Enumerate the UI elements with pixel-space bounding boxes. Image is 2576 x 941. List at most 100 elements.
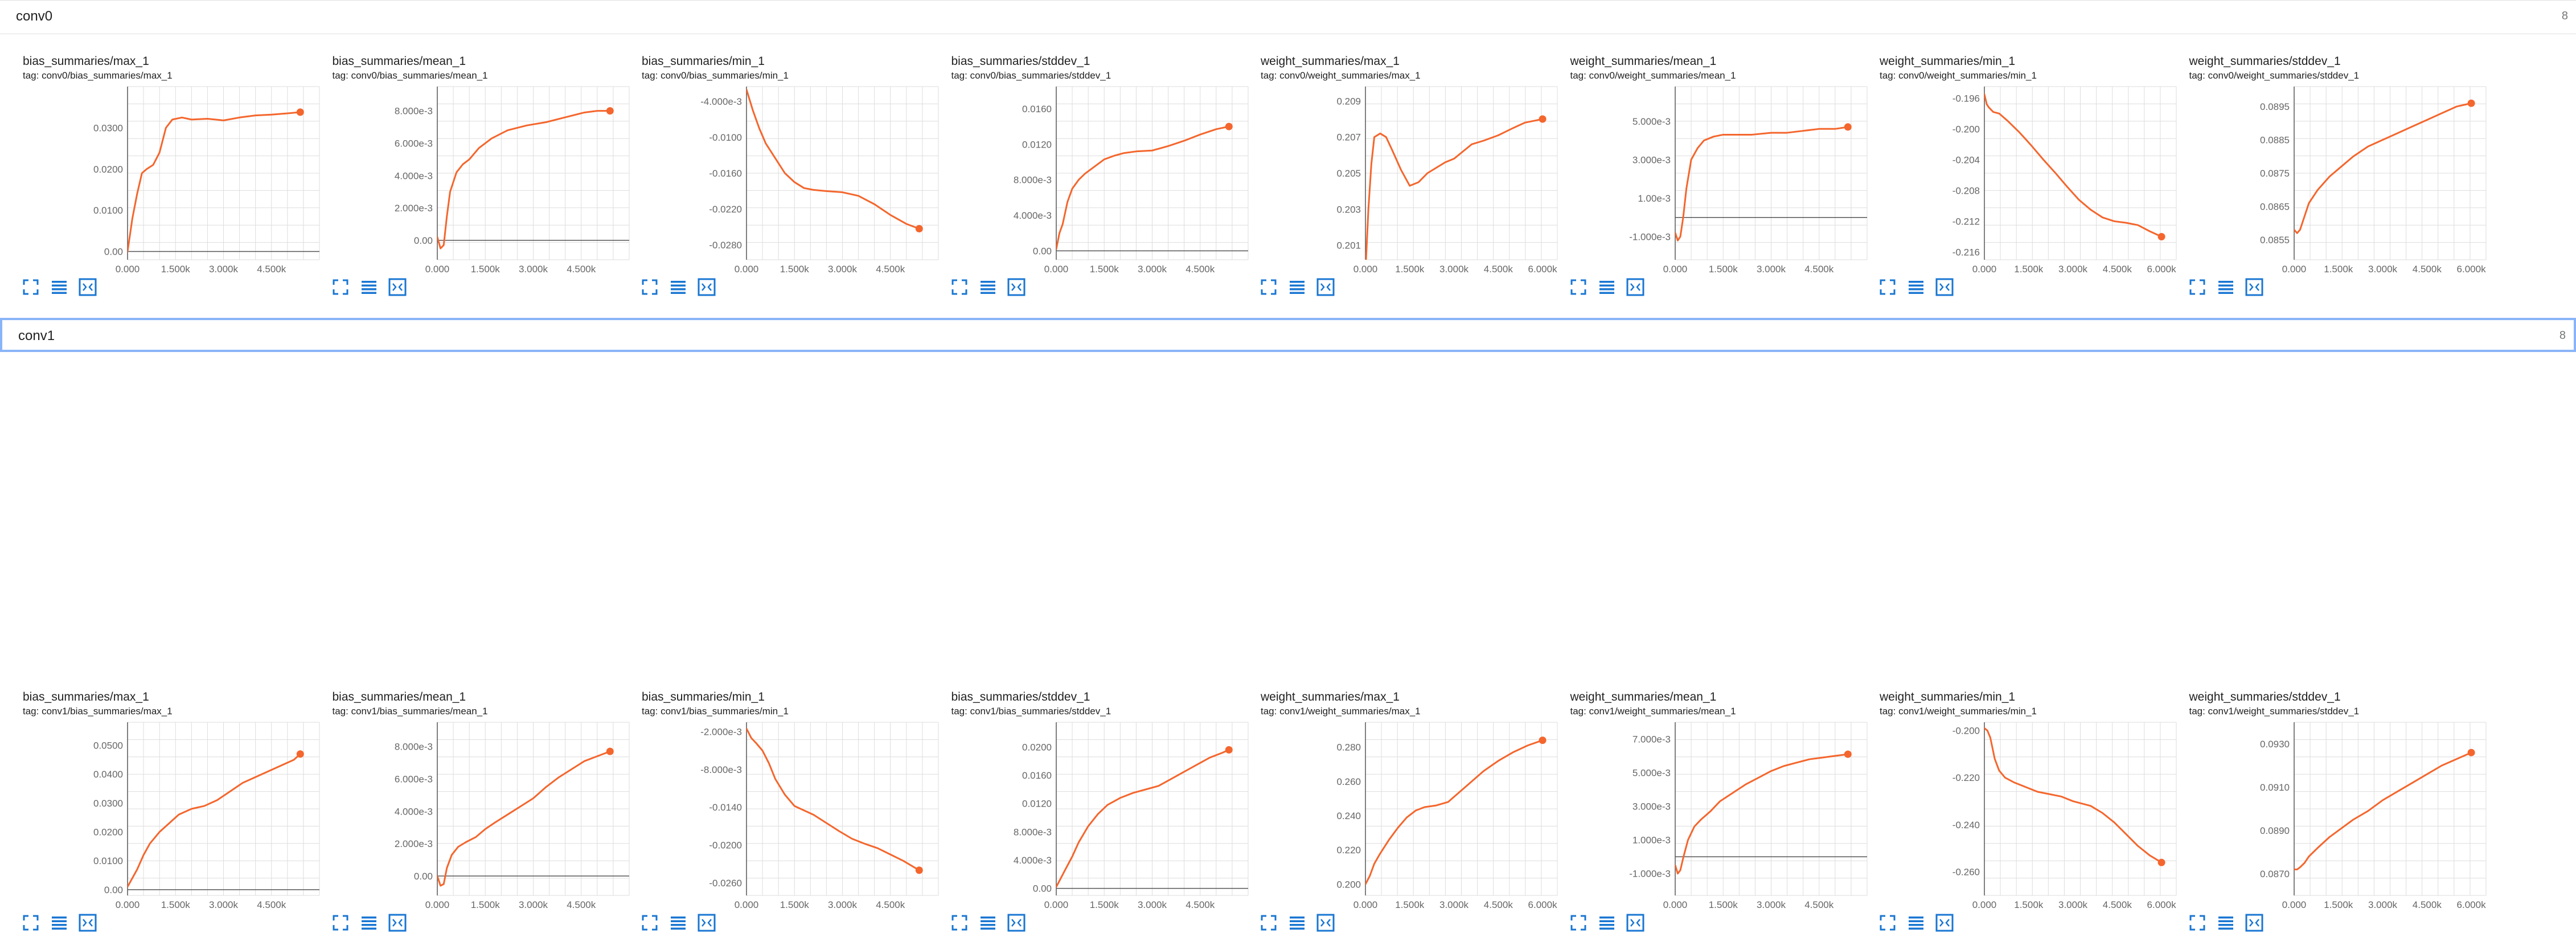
expand-icon[interactable] xyxy=(1877,913,1898,933)
data-table-icon[interactable] xyxy=(359,277,379,297)
last-point-marker[interactable] xyxy=(1844,123,1852,131)
data-table-icon[interactable] xyxy=(2216,277,2236,297)
expand-icon[interactable] xyxy=(2187,277,2208,297)
expand-icon[interactable] xyxy=(20,277,41,297)
series-line[interactable] xyxy=(1984,93,2163,238)
expand-icon[interactable] xyxy=(1258,913,1279,933)
last-point-marker[interactable] xyxy=(915,866,923,874)
last-point-marker[interactable] xyxy=(1844,750,1852,758)
series-line[interactable] xyxy=(1675,126,1849,242)
fit-domain-icon[interactable] xyxy=(1934,913,1955,933)
line-chart[interactable]: 0.00 2.000e-3 4.000e-3 6.000e-3 8.000e-3 0.00… xyxy=(330,719,638,910)
fit-domain-icon[interactable] xyxy=(1006,277,1027,297)
last-point-marker[interactable] xyxy=(2467,748,2475,756)
line-chart[interactable]: -0.200 -0.220 -0.240 -0.260 0.000 1.500k 3.000… xyxy=(1877,719,2185,910)
fit-domain-icon[interactable] xyxy=(387,913,408,933)
group-header-conv0[interactable]: conv0 8 xyxy=(0,0,2576,34)
series-line[interactable] xyxy=(1056,748,1230,888)
data-table-icon[interactable] xyxy=(359,913,379,933)
chart-card: weight_summaries/mean_1 tag: conv1/weight… xyxy=(1568,690,1876,941)
line-chart[interactable]: 0.00 2.000e-3 4.000e-3 6.000e-3 8.000e-3 0.00… xyxy=(330,83,638,274)
line-chart[interactable]: 0.0870 0.0890 0.0910 0.0930 0.000 1.500k 3.000… xyxy=(2187,719,2495,910)
last-point-marker[interactable] xyxy=(1539,115,1547,123)
fit-domain-icon[interactable] xyxy=(77,277,98,297)
data-table-icon[interactable] xyxy=(1906,913,1926,933)
chart-title: bias_summaries/max_1 xyxy=(23,55,149,68)
fit-domain-icon[interactable] xyxy=(1006,913,1027,933)
last-point-marker[interactable] xyxy=(1539,737,1547,744)
fit-domain-icon[interactable] xyxy=(696,913,717,933)
chart-tag: tag: conv1/bias_summaries/max_1 xyxy=(23,706,173,717)
series-line[interactable] xyxy=(746,727,920,872)
line-chart[interactable]: 0.00 0.0100 0.0200 0.0300 0.000 1.500k 3.000k 4… xyxy=(20,83,328,274)
series-line[interactable] xyxy=(437,750,611,887)
last-point-marker[interactable] xyxy=(1225,746,1233,754)
series-line[interactable] xyxy=(2294,102,2472,234)
fit-domain-icon[interactable] xyxy=(1625,913,1646,933)
data-table-icon[interactable] xyxy=(49,277,69,297)
series-line[interactable] xyxy=(437,110,611,249)
last-point-marker[interactable] xyxy=(915,224,923,232)
line-chart[interactable]: -4.000e-3 -0.0100 -0.0160 -0.0220 -0.0280 0.0… xyxy=(639,83,947,274)
expand-icon[interactable] xyxy=(639,913,660,933)
expand-icon[interactable] xyxy=(1568,277,1589,297)
expand-icon[interactable] xyxy=(20,913,41,933)
series-line[interactable] xyxy=(1365,739,1544,885)
line-chart[interactable]: 0.200 0.220 0.240 0.260 0.280 0.000 1.500k 3.00… xyxy=(1258,719,1566,910)
series-line[interactable] xyxy=(128,753,301,888)
line-chart[interactable]: 0.0855 0.0865 0.0875 0.0885 0.0895 0.000 1.500… xyxy=(2187,83,2495,274)
line-chart[interactable]: 0.00 0.0100 0.0200 0.0300 0.0400 0.0500 0.000 1… xyxy=(20,719,328,910)
fit-domain-icon[interactable] xyxy=(1934,277,1955,297)
expand-icon[interactable] xyxy=(1877,277,1898,297)
fit-domain-icon[interactable] xyxy=(1315,277,1336,297)
series-line[interactable] xyxy=(1365,118,1544,272)
data-table-icon[interactable] xyxy=(668,277,688,297)
series-line[interactable] xyxy=(2294,751,2472,870)
line-chart[interactable]: -1.000e-3 1.00e-3 3.000e-3 5.000e-3 0.000 1.5… xyxy=(1568,83,1876,274)
data-table-icon[interactable] xyxy=(2216,913,2236,933)
last-point-marker[interactable] xyxy=(606,747,614,755)
expand-icon[interactable] xyxy=(1258,277,1279,297)
data-table-icon[interactable] xyxy=(49,913,69,933)
data-table-icon[interactable] xyxy=(978,913,998,933)
last-point-marker[interactable] xyxy=(606,107,614,115)
data-table-icon[interactable] xyxy=(1287,277,1307,297)
last-point-marker[interactable] xyxy=(2157,858,2165,866)
expand-icon[interactable] xyxy=(639,277,660,297)
series-line[interactable] xyxy=(1984,727,2163,864)
line-chart[interactable]: 0.201 0.203 0.205 0.207 0.209 0.000 1.500k 3.00… xyxy=(1258,83,1566,274)
data-table-icon[interactable] xyxy=(668,913,688,933)
data-table-icon[interactable] xyxy=(978,277,998,297)
last-point-marker[interactable] xyxy=(296,750,304,758)
line-chart[interactable]: -2.000e-3 -8.000e-3 -0.0140 -0.0200 -0.0260 0… xyxy=(639,719,947,910)
last-point-marker[interactable] xyxy=(296,108,304,116)
fit-domain-icon[interactable] xyxy=(387,277,408,297)
line-chart[interactable]: -1.000e-3 1.000e-3 3.000e-3 5.000e-3 7.000e-… xyxy=(1568,719,1876,910)
series-line[interactable] xyxy=(1675,753,1849,875)
line-chart[interactable]: 0.00 4.000e-3 8.000e-3 0.0120 0.0160 0.0200 0.… xyxy=(949,719,1257,910)
data-table-icon[interactable] xyxy=(1597,913,1617,933)
fit-domain-icon[interactable] xyxy=(1625,277,1646,297)
expand-icon[interactable] xyxy=(949,277,970,297)
group-header-conv1[interactable]: conv1 8 xyxy=(0,318,2576,352)
data-table-icon[interactable] xyxy=(1906,277,1926,297)
data-table-icon[interactable] xyxy=(1597,277,1617,297)
expand-icon[interactable] xyxy=(1568,913,1589,933)
last-point-marker[interactable] xyxy=(2467,99,2475,107)
data-table-icon[interactable] xyxy=(1287,913,1307,933)
line-chart[interactable]: 0.00 4.000e-3 8.000e-3 0.0120 0.0160 0.000 1.5… xyxy=(949,83,1257,274)
series-line[interactable] xyxy=(1056,125,1230,250)
fit-domain-icon[interactable] xyxy=(2244,913,2265,933)
fit-domain-icon[interactable] xyxy=(1315,913,1336,933)
fit-domain-icon[interactable] xyxy=(2244,277,2265,297)
last-point-marker[interactable] xyxy=(2157,232,2165,240)
fit-domain-icon[interactable] xyxy=(77,913,98,933)
expand-icon[interactable] xyxy=(2187,913,2208,933)
line-chart[interactable]: -0.196 -0.200 -0.204 -0.208 -0.212 -0.216 0.00… xyxy=(1877,83,2185,274)
expand-icon[interactable] xyxy=(949,913,970,933)
series-line[interactable] xyxy=(128,111,301,253)
expand-icon[interactable] xyxy=(330,277,351,297)
expand-icon[interactable] xyxy=(330,913,351,933)
fit-domain-icon[interactable] xyxy=(696,277,717,297)
last-point-marker[interactable] xyxy=(1225,122,1233,130)
